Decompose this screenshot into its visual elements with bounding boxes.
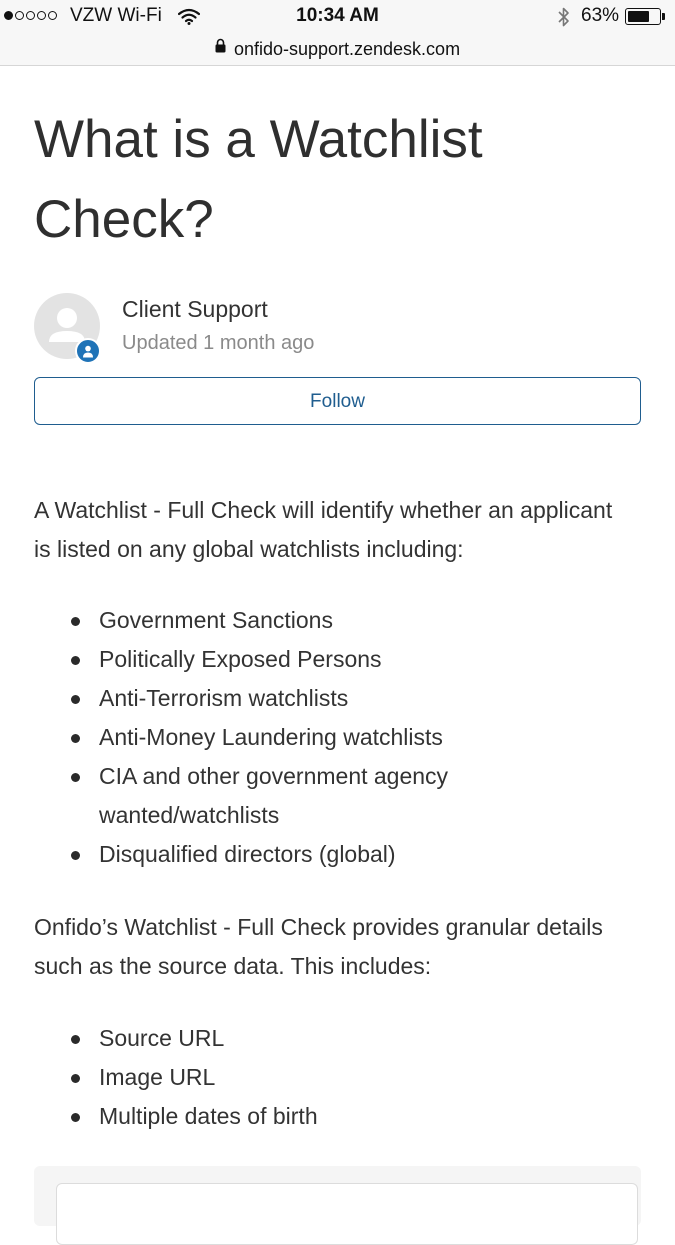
watchlists-list: Government Sanctions Politically Exposed…: [0, 601, 675, 874]
details-list: Source URL Image URL Multiple dates of b…: [0, 1019, 675, 1136]
list-item: Government Sanctions: [0, 601, 499, 640]
battery-percent: 63%: [581, 5, 620, 26]
list-item: Multiple dates of birth: [0, 1097, 499, 1136]
list-item: Image URL: [0, 1058, 499, 1097]
follow-button[interactable]: Follow: [34, 377, 641, 425]
updated-timestamp: Updated 1 month ago: [122, 332, 315, 354]
battery-nub: [662, 13, 665, 20]
list-item: Disqualified directors (global): [0, 835, 499, 874]
status-bar: VZW Wi-Fi 10:34 AM 63%: [0, 0, 675, 33]
lock-icon: [215, 37, 226, 58]
list-item: Politically Exposed Persons: [0, 640, 499, 679]
next-section-box: [56, 1183, 638, 1245]
status-time: 10:34 AM: [296, 5, 379, 26]
author-name[interactable]: Client Support: [122, 296, 268, 323]
article-title: What is a Watchlist Check?: [34, 110, 483, 249]
next-section-card: [34, 1166, 641, 1245]
list-item: Anti-Money Laundering watchlists: [0, 718, 499, 757]
intro-paragraph: A Watchlist - Full Check will identify w…: [34, 497, 613, 562]
list-item: Anti-Terrorism watchlists: [0, 679, 499, 718]
battery-icon: [625, 8, 661, 25]
list-item: CIA and other government agency wanted/w…: [0, 757, 499, 835]
user-badge-icon: [75, 338, 101, 364]
bluetooth-icon: [557, 6, 571, 34]
url-bar[interactable]: onfido-support.zendesk.com: [0, 33, 675, 66]
details-paragraph: Onfido’s Watchlist - Full Check provides…: [34, 914, 603, 979]
url-domain[interactable]: onfido-support.zendesk.com: [234, 39, 460, 60]
list-item: Source URL: [0, 1019, 499, 1058]
